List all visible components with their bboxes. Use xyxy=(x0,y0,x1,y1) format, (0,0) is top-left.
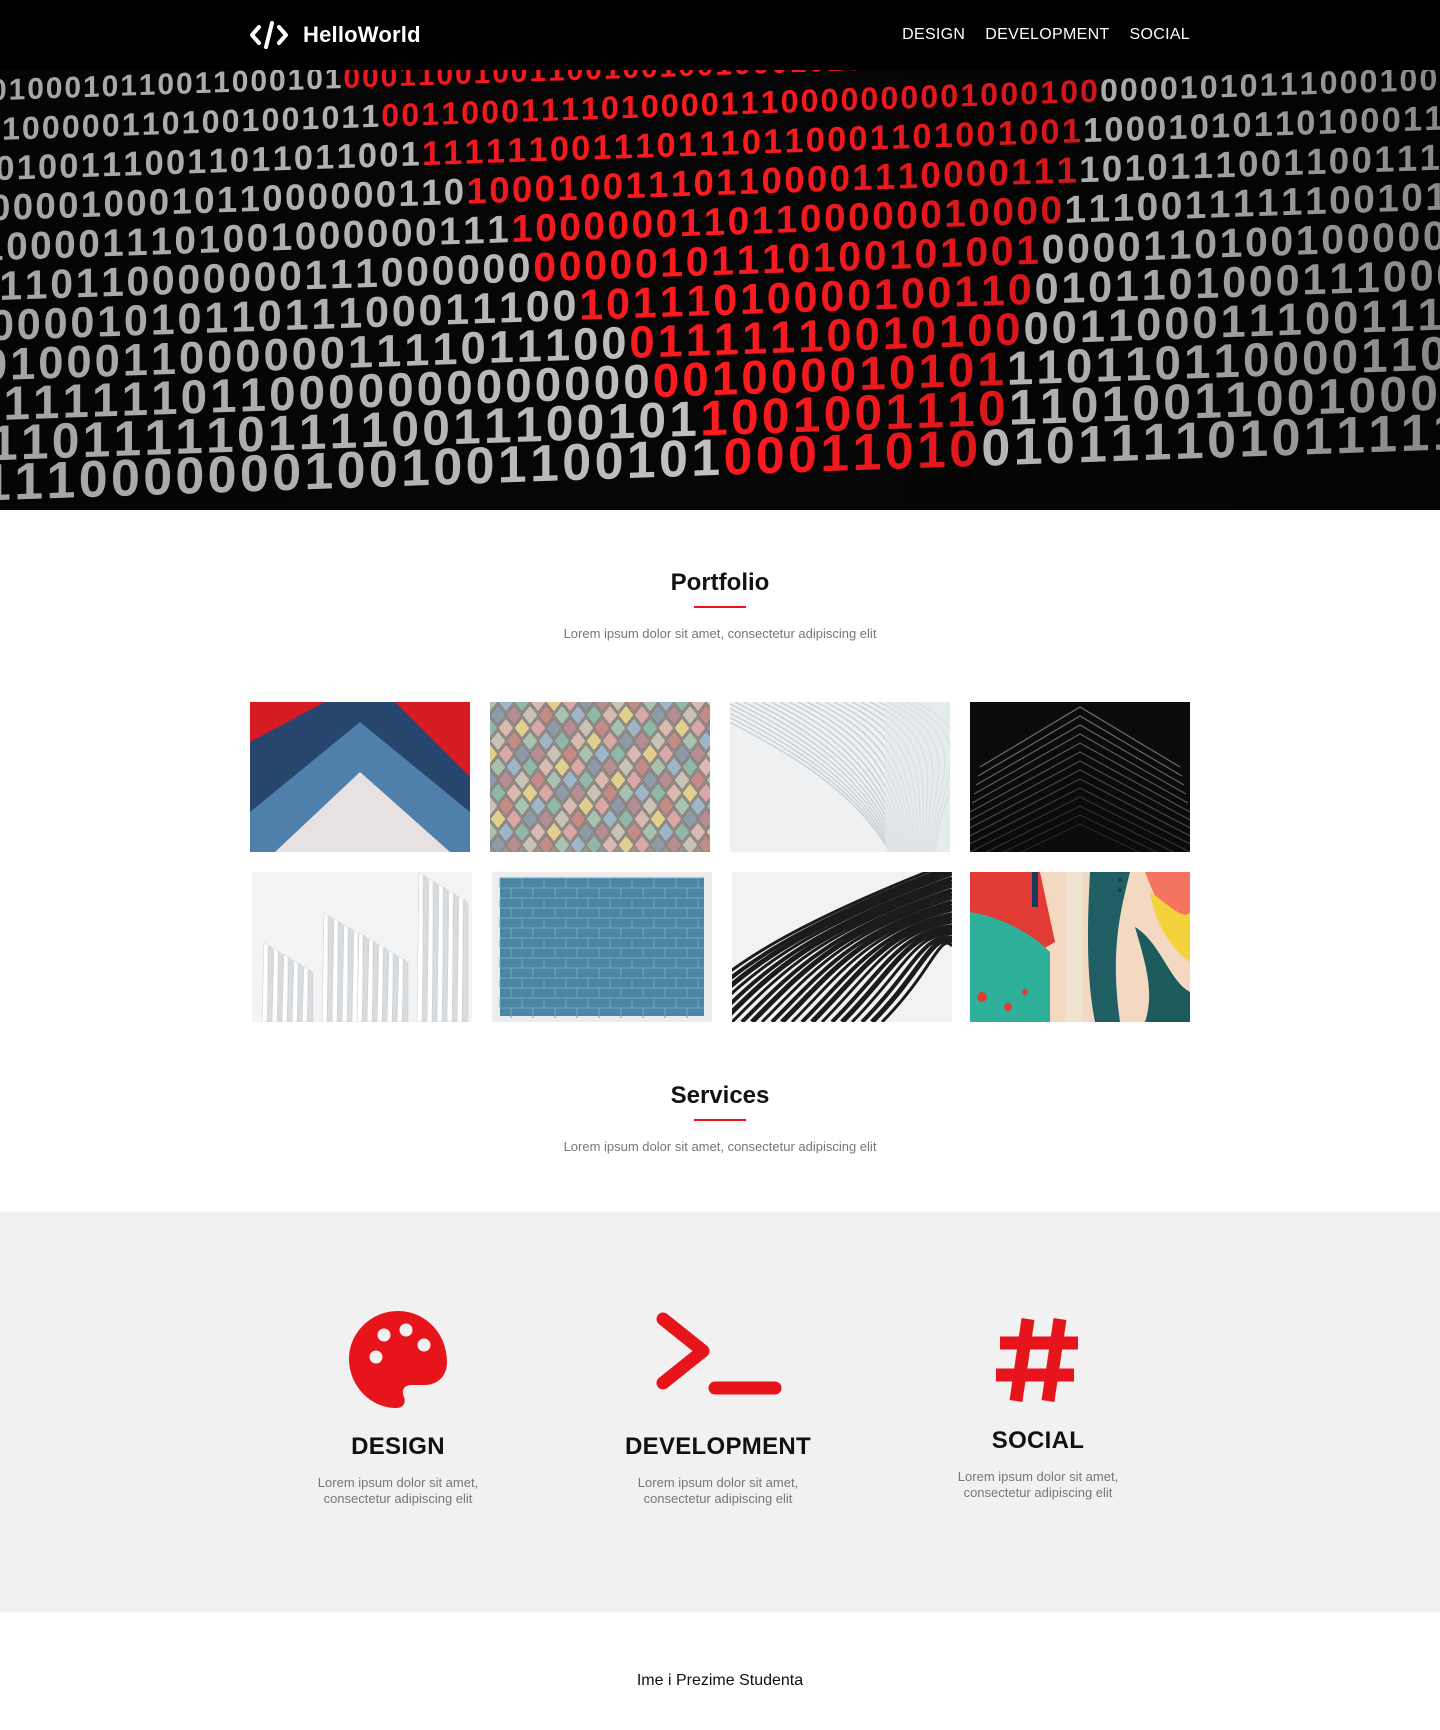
terminal-icon xyxy=(656,1312,782,1395)
abstract-painting-image xyxy=(970,872,1190,1022)
portfolio-subtitle: Lorem ipsum dolor sit amet, consectetur … xyxy=(563,626,877,641)
red-blue-chevron-image xyxy=(250,702,470,852)
hero-banner: 0100010110011000101000110010011001001001… xyxy=(0,70,1440,510)
brand-link[interactable]: HelloWorld xyxy=(249,19,421,51)
service-social-text: Lorem ipsum dolor sit amet, consectetur … xyxy=(957,1469,1119,1500)
blue-brick-image xyxy=(492,872,712,1022)
service-design-text: Lorem ipsum dolor sit amet, consectetur … xyxy=(317,1475,479,1506)
portfolio-image-5[interactable] xyxy=(252,872,472,1022)
service-development-title: DEVELOPMENT xyxy=(625,1433,811,1460)
services-subtitle: Lorem ipsum dolor sit amet, consectetur … xyxy=(563,1139,877,1154)
white-curves-image xyxy=(730,702,950,852)
portfolio-header: Portfolio Lorem ipsum dolor sit amet, co… xyxy=(0,569,1440,641)
services-title-underline xyxy=(694,1119,746,1121)
portfolio-image-8[interactable] xyxy=(970,872,1190,1022)
portfolio-image-1[interactable] xyxy=(250,702,470,852)
top-navbar: HelloWorld DESIGN DEVELOPMENT SOCIAL xyxy=(0,0,1440,70)
services-title: Services xyxy=(670,1082,770,1109)
white-fins-image xyxy=(252,872,472,1022)
portfolio-title-underline xyxy=(694,606,746,608)
palette-icon xyxy=(349,1311,447,1408)
nav-link-design[interactable]: DESIGN xyxy=(902,26,965,44)
portfolio-image-7[interactable] xyxy=(732,872,952,1022)
footer: Ime i Prezime Studenta xyxy=(0,1612,1440,1730)
code-brackets-icon xyxy=(250,21,288,49)
service-development: DEVELOPMENT Lorem ipsum dolor sit amet, … xyxy=(598,1309,838,1507)
main-nav: DESIGN DEVELOPMENT SOCIAL xyxy=(902,0,1190,70)
brand-name: HelloWorld xyxy=(303,22,421,47)
footer-credit: Ime i Prezime Studenta xyxy=(636,1672,804,1689)
portfolio-image-2[interactable] xyxy=(490,702,710,852)
portfolio-image-4[interactable] xyxy=(970,702,1190,852)
pastel-tiles-image xyxy=(490,702,710,852)
nav-link-development[interactable]: DEVELOPMENT xyxy=(985,26,1109,44)
service-development-text: Lorem ipsum dolor sit amet, consectetur … xyxy=(637,1475,799,1506)
black-chevron-image xyxy=(970,702,1190,852)
wave-facade-image xyxy=(732,872,952,1022)
service-design-title: DESIGN xyxy=(351,1433,445,1460)
services-header: Services Lorem ipsum dolor sit amet, con… xyxy=(0,1082,1440,1154)
services-band: DESIGN Lorem ipsum dolor sit amet, conse… xyxy=(0,1212,1440,1612)
portfolio-title: Portfolio xyxy=(670,569,770,596)
portfolio-image-3[interactable] xyxy=(730,702,950,852)
service-social-title: SOCIAL xyxy=(991,1427,1085,1454)
nav-link-social[interactable]: SOCIAL xyxy=(1130,26,1191,44)
service-design: DESIGN Lorem ipsum dolor sit amet, conse… xyxy=(278,1309,518,1507)
hashtag-icon xyxy=(996,1318,1078,1402)
portfolio-image-6[interactable] xyxy=(492,872,712,1022)
service-social: SOCIAL Lorem ipsum dolor sit amet, conse… xyxy=(918,1309,1158,1501)
hero-binary-image: 0100010110011000101000110010011001001001… xyxy=(0,70,1440,510)
